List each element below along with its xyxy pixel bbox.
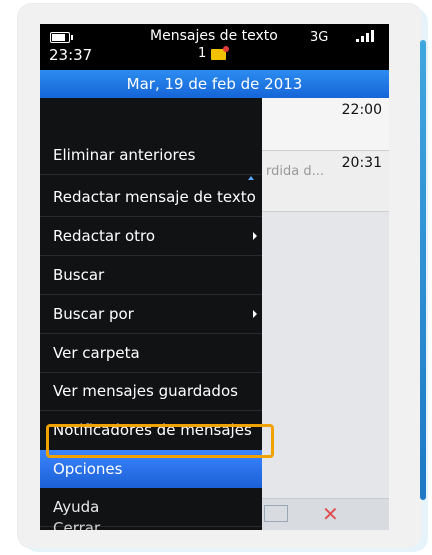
context-menu: Eliminar anteriores Redactar mensaje de …: [40, 98, 262, 530]
menu-divider: [40, 174, 262, 175]
bottom-action-bar: ✕: [262, 498, 389, 530]
battery-icon: [50, 32, 73, 43]
signal-bars-icon: [342, 30, 376, 42]
list-item[interactable]: 20:31: [262, 151, 389, 212]
mail-icon[interactable]: [264, 505, 288, 522]
menu-item-buscar-por[interactable]: Buscar por: [40, 295, 262, 333]
menu-item-label: Opciones: [53, 460, 123, 478]
date-header: Mar, 19 de feb de 2013: [40, 70, 389, 98]
menu-item-label: Ayuda: [53, 498, 100, 516]
decorative-accent-bar: [420, 40, 426, 500]
submenu-arrow-icon: [253, 232, 257, 240]
menu-item-label: Cerrar: [53, 519, 101, 530]
menu-item-cerrar[interactable]: Cerrar: [40, 515, 262, 530]
menu-item-redactar-otro[interactable]: Redactar otro: [40, 217, 262, 255]
menu-item-label: Redactar mensaje de texto: [53, 188, 256, 206]
message-list: 22:00 20:31 rdida d...: [262, 98, 389, 530]
menu-item-label: Buscar: [53, 266, 105, 284]
message-time: 22:00: [341, 102, 382, 118]
annotation-highlight-box: [46, 424, 274, 458]
message-time: 20:31: [341, 155, 382, 171]
message-preview: rdida d...: [266, 164, 324, 179]
menu-item-eliminar-anteriores[interactable]: Eliminar anteriores: [40, 136, 262, 174]
envelope-icon: [211, 46, 229, 60]
list-item[interactable]: 22:00: [262, 98, 389, 151]
submenu-arrow-icon: [253, 310, 257, 318]
menu-item-label: Eliminar anteriores: [53, 146, 196, 164]
menu-item-label: Redactar otro: [53, 227, 156, 245]
menu-item-ver-carpeta[interactable]: Ver carpeta: [40, 334, 262, 372]
status-bar: 23:37 Mensajes de texto 1 3G: [40, 24, 389, 68]
clock: 23:37: [49, 46, 93, 64]
menu-item-label: Buscar por: [53, 305, 134, 323]
app-title: Mensajes de texto: [150, 28, 278, 44]
menu-item-label: Ver mensajes guardados: [53, 382, 238, 400]
menu-item-ver-mensajes-guardados[interactable]: Ver mensajes guardados: [40, 372, 262, 410]
menu-item-redactar-mensaje[interactable]: Redactar mensaje de texto: [40, 178, 262, 216]
close-icon[interactable]: ✕: [322, 502, 339, 526]
unread-count: 1: [198, 46, 207, 61]
network-type: 3G: [310, 30, 329, 45]
menu-item-label: Ver carpeta: [53, 344, 140, 362]
menu-item-buscar[interactable]: Buscar: [40, 256, 262, 294]
